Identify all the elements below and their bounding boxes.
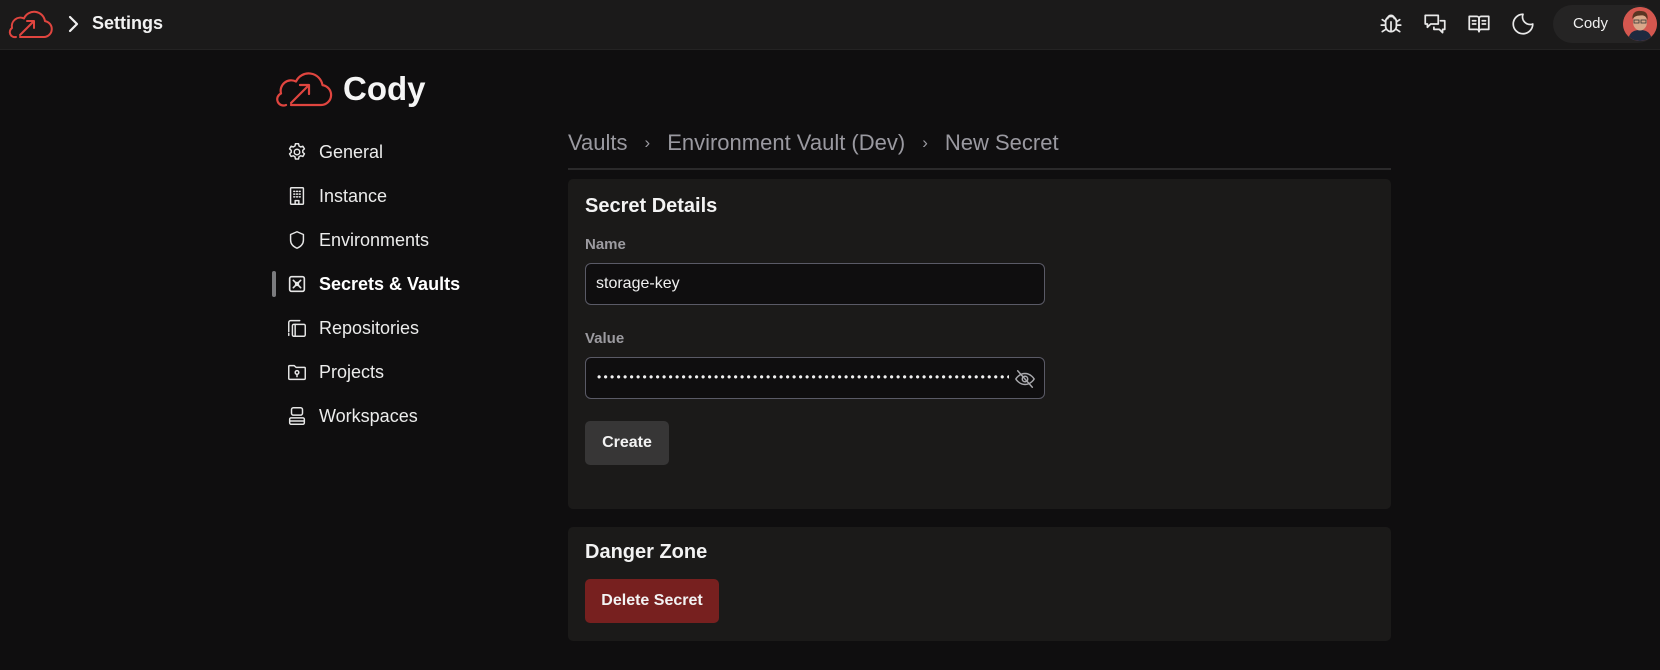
sidebar-item-workspaces[interactable]: Workspaces	[272, 394, 532, 438]
sidebar-item-projects[interactable]: Projects	[272, 350, 532, 394]
danger-zone-card: Danger Zone Delete Secret	[568, 527, 1391, 641]
bug-icon[interactable]	[1378, 11, 1404, 37]
user-portrait-icon	[1623, 7, 1657, 41]
workspaces-icon	[288, 407, 306, 425]
user-name: Cody	[1573, 15, 1609, 32]
moon-icon[interactable]	[1510, 11, 1536, 37]
top-bar: Settings Cody	[0, 0, 1660, 50]
name-input[interactable]	[586, 264, 1044, 304]
sidebar-item-repositories[interactable]: Repositories	[272, 306, 532, 350]
sidebar-item-label: General	[319, 141, 384, 162]
sidebar-item-secrets-vaults[interactable]: Secrets & Vaults	[272, 262, 532, 306]
name-field[interactable]	[585, 263, 1045, 305]
sidebar-item-label: Workspaces	[319, 405, 418, 426]
sidebar-item-label: Secrets & Vaults	[319, 273, 461, 294]
sidebar-item-instance[interactable]: Instance	[272, 174, 532, 218]
sidebar-item-environments[interactable]: Environments	[272, 218, 532, 262]
sidebar-item-label: Environments	[319, 229, 430, 250]
sidebar-item-label: Projects	[319, 361, 385, 382]
sidebar-item-label: Repositories	[319, 317, 420, 338]
breadcrumb-current: New Secret	[944, 130, 1059, 155]
sidebar-item-label: Instance	[319, 185, 388, 206]
secret-details-card: Secret Details Name Value ••••••••••••••…	[568, 179, 1391, 509]
user-menu[interactable]: Cody	[1553, 5, 1657, 43]
breadcrumb-separator: ›	[922, 133, 928, 152]
gear-icon	[288, 143, 306, 160]
brand-name: Cody	[343, 70, 426, 107]
chevron-right-icon	[68, 15, 79, 33]
settings-nav: General Instance Environments Secrets & …	[272, 130, 532, 438]
eye-off-icon[interactable]	[1014, 368, 1036, 390]
page-title: Settings	[92, 13, 164, 33]
cloud-logo-icon[interactable]	[8, 9, 54, 41]
value-label: Value	[585, 330, 625, 347]
chat-icon[interactable]	[1422, 11, 1448, 37]
repositories-icon	[288, 319, 306, 337]
breadcrumb-divider	[568, 168, 1391, 170]
building-icon	[289, 187, 305, 205]
avatar[interactable]	[1623, 7, 1657, 41]
value-input[interactable]: ••••••••••••••••••••••••••••••••••••••••…	[597, 372, 1009, 382]
breadcrumb-vaults[interactable]: Vaults	[568, 130, 628, 156]
sidebar-item-general[interactable]: General	[272, 130, 532, 174]
shield-icon	[289, 231, 305, 249]
create-button[interactable]: Create	[585, 421, 669, 465]
cloud-logo-icon	[276, 72, 333, 107]
vault-icon	[288, 275, 306, 293]
delete-secret-button[interactable]: Delete Secret	[585, 579, 719, 623]
breadcrumb-separator: ›	[644, 133, 651, 152]
value-field[interactable]: ••••••••••••••••••••••••••••••••••••••••…	[585, 357, 1045, 399]
card-title: Secret Details	[585, 195, 718, 217]
name-label: Name	[585, 236, 626, 253]
folder-icon	[288, 364, 306, 381]
breadcrumb-environment-vault[interactable]: Environment Vault (Dev)	[667, 130, 905, 156]
book-icon[interactable]	[1466, 11, 1492, 37]
breadcrumb: Vaults › Environment Vault (Dev) › New S…	[568, 130, 1059, 156]
card-title: Danger Zone	[585, 541, 708, 563]
